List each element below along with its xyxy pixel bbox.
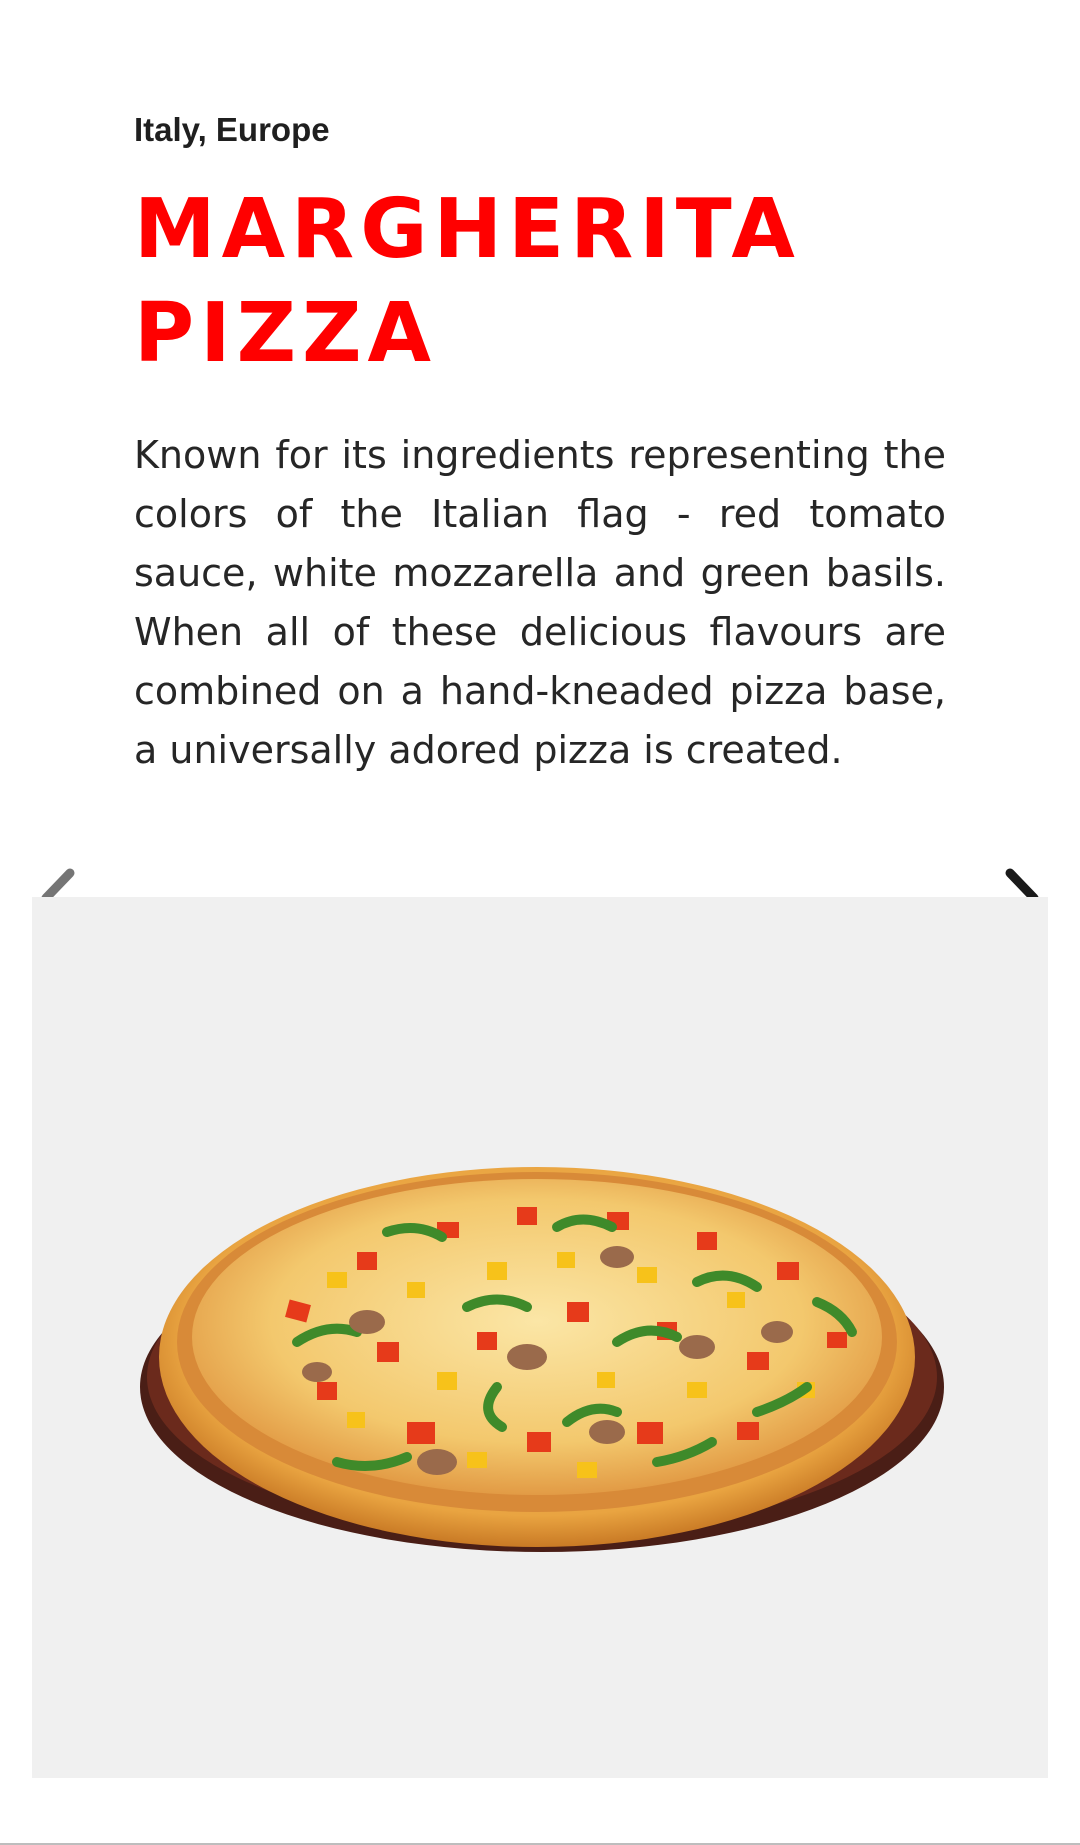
image-carousel[interactable] xyxy=(32,897,1048,1778)
dish-title-line-1: MARGHERITA xyxy=(134,182,801,277)
dish-origin: Italy, Europe xyxy=(134,111,330,148)
dish-description: Known for its ingredients representing t… xyxy=(134,433,946,772)
dish-title-line-2: PIZZA xyxy=(134,286,437,381)
dish-info: Italy, Europe MARGHERITA PIZZA Known for… xyxy=(134,110,946,780)
dish-title: MARGHERITA PIZZA xyxy=(134,178,946,386)
pizza-image xyxy=(137,1132,947,1552)
